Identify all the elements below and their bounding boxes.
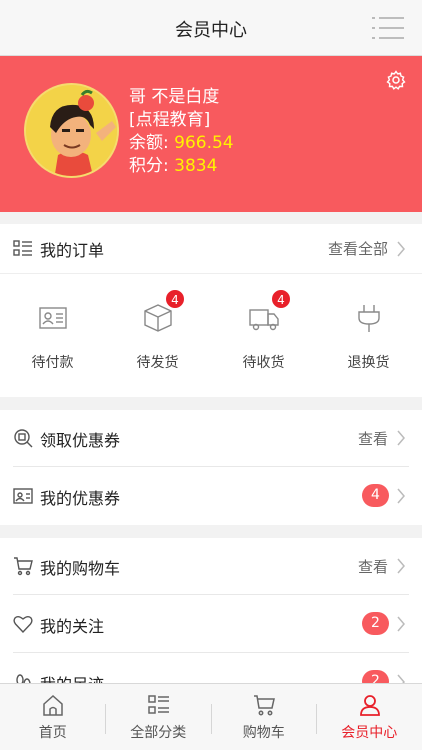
home-icon xyxy=(43,694,63,716)
cart-icon xyxy=(14,557,33,576)
profile-banner: 哥 不是白度 [点程教育] 余额: 966.54 积分: 3834 xyxy=(0,56,422,212)
cart-icon xyxy=(254,695,275,716)
category-icon xyxy=(147,695,169,714)
page-title: 会员中心 xyxy=(175,20,247,41)
my-follow-row[interactable]: 我的关注 2 xyxy=(0,596,422,653)
view-all-orders-link[interactable]: 查看全部 xyxy=(328,238,388,259)
order-status-label: 待发货 xyxy=(136,355,179,371)
coupon-card-icon xyxy=(13,488,33,504)
my-coupon-label: 我的优惠券 xyxy=(40,489,121,508)
points-label: 积分: xyxy=(129,156,169,176)
profile-name: 哥 不是白度 xyxy=(129,87,220,107)
tab-member-center[interactable]: 会员中心 xyxy=(317,684,422,750)
my-cart-row[interactable]: 我的购物车 查看 xyxy=(0,538,422,595)
view-link[interactable]: 查看 xyxy=(358,556,388,577)
get-coupon-label: 领取优惠券 xyxy=(40,431,121,450)
order-status-pending-shipment[interactable]: 4 待发货 xyxy=(105,289,210,392)
top-bar: 会员中心 xyxy=(0,0,422,56)
order-status-label: 退换货 xyxy=(347,355,390,371)
chevron-right-icon xyxy=(397,241,405,257)
card-icon xyxy=(39,307,67,329)
order-status-pending-receipt[interactable]: 4 待收货 xyxy=(211,289,316,392)
tab-label: 首页 xyxy=(38,725,67,741)
balance-value: 966.54 xyxy=(174,133,234,153)
tab-cart[interactable]: 购物车 xyxy=(211,684,317,750)
orders-section: 我的订单 查看全部 待付款 4 待发货 4 待收货 退换货 xyxy=(0,224,422,397)
menu-list-icon[interactable] xyxy=(372,16,404,40)
my-orders-label: 我的订单 xyxy=(40,241,105,260)
order-status-pending-payment[interactable]: 待付款 xyxy=(0,302,105,392)
points-line: 积分: 3834 xyxy=(129,155,234,178)
my-orders-row[interactable]: 我的订单 查看全部 xyxy=(0,224,422,274)
more-section: 我的购物车 查看 我的关注 2 我的足迹 2 xyxy=(0,538,422,694)
member-icon xyxy=(359,695,380,716)
divider xyxy=(13,466,409,467)
coupons-section: 领取优惠券 查看 我的优惠券 4 xyxy=(0,410,422,525)
order-list-icon xyxy=(13,240,32,256)
divider xyxy=(13,652,409,653)
my-cart-label: 我的购物车 xyxy=(40,559,121,578)
notification-badge: 4 xyxy=(271,289,291,309)
count-badge: 2 xyxy=(362,612,389,635)
plug-icon xyxy=(358,305,380,332)
coupon-search-icon xyxy=(14,429,33,448)
profile-org: [点程教育] xyxy=(129,110,211,130)
order-status-label: 待付款 xyxy=(31,355,74,371)
divider xyxy=(13,594,409,595)
tab-label: 会员中心 xyxy=(341,725,398,741)
get-coupon-row[interactable]: 领取优惠券 查看 xyxy=(0,410,422,467)
bottom-tab-bar: 首页 全部分类 购物车 会员中心 xyxy=(0,683,422,750)
my-coupon-row[interactable]: 我的优惠券 4 xyxy=(0,468,422,525)
balance-label: 余额: xyxy=(129,133,169,153)
notification-badge: 4 xyxy=(165,289,185,309)
view-link[interactable]: 查看 xyxy=(358,428,388,449)
profile-info: 哥 不是白度 [点程教育] 余额: 966.54 积分: 3834 xyxy=(129,86,234,178)
chevron-right-icon xyxy=(397,430,405,446)
gear-icon[interactable] xyxy=(386,70,406,90)
tab-home[interactable]: 首页 xyxy=(0,684,106,750)
order-status-label: 待收货 xyxy=(242,355,285,371)
heart-icon xyxy=(13,616,33,634)
tab-label: 购物车 xyxy=(242,725,285,741)
chevron-right-icon xyxy=(397,488,405,504)
tab-categories[interactable]: 全部分类 xyxy=(106,684,212,750)
balance-line: 余额: 966.54 xyxy=(129,132,234,155)
chevron-right-icon xyxy=(397,558,405,574)
avatar[interactable] xyxy=(24,83,119,178)
order-status-return[interactable]: 退换货 xyxy=(316,302,421,392)
my-follow-label: 我的关注 xyxy=(40,617,105,636)
count-badge: 4 xyxy=(362,484,389,507)
tab-label: 全部分类 xyxy=(130,725,187,741)
points-value: 3834 xyxy=(174,156,218,176)
chevron-right-icon xyxy=(397,616,405,632)
